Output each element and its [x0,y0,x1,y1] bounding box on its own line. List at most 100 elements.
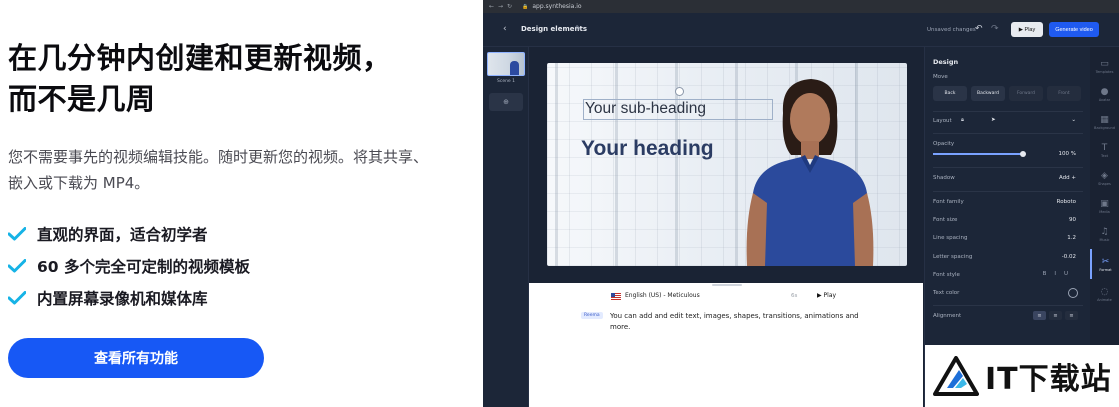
media-icon: ▣ [1100,198,1109,209]
feature-item: 直观的界面，适合初学者 [8,218,250,250]
rail-label: Format [1099,267,1112,272]
rotate-handle-icon[interactable] [675,87,684,96]
rail-format[interactable]: ✂ Format [1090,249,1119,279]
divider [933,133,1083,134]
play-button[interactable]: ▶ Play [1011,22,1043,37]
align-right-icon[interactable]: ≡ [1065,311,1078,320]
script-play-label: Play [823,292,837,299]
background-icon: ▦ [1100,114,1109,125]
view-all-features-button[interactable]: 查看所有功能 [8,338,264,378]
resize-handle[interactable] [712,284,742,286]
align-center-icon[interactable]: ≡ [1049,311,1062,320]
hero-title: 在几分钟内创建和更新视频， 而不是几周 [8,38,448,120]
rail-media[interactable]: ▣ Media [1090,191,1119,221]
move-forward-button[interactable]: Forward [1009,86,1043,101]
font-family-select[interactable]: Roboto [1057,199,1076,205]
alignment-label: Alignment [933,313,962,319]
feature-label: 内置屏幕录像机和媒体库 [37,290,208,308]
avatar-tag[interactable]: Reema [581,312,603,319]
opacity-slider-knob[interactable] [1020,151,1026,157]
music-icon: ♫ [1100,226,1109,237]
divider [933,305,1083,306]
pencil-icon[interactable]: ✎ [575,24,582,33]
rail-label: Shapes [1098,181,1111,186]
add-shadow-button[interactable]: Add + [1059,175,1076,181]
align-left-icon[interactable]: ≡ [1033,311,1046,320]
editor-topbar: ‹ Design elements ✎ Unsaved changes ↶ ↷ … [483,13,1119,47]
script-text[interactable]: You can add and edit text, images, shape… [610,311,870,333]
rail-label: Avatar [1098,97,1111,102]
layout-chevron-icon[interactable]: ⌄ [1071,117,1076,123]
feature-list: 直观的界面，适合初学者 60 多个完全可定制的视频模板 内置屏幕录像机和媒体库 [8,218,250,314]
animate-icon: ◌ [1100,286,1109,297]
line-spacing-label: Line spacing [933,235,968,241]
divider [933,191,1083,192]
hero-description: 您不需要事先的视频编辑技能。随时更新您的视频。将其共享、嵌入或下载为 MP4。 [8,148,429,192]
rail-background[interactable]: ▦ Background [1090,107,1119,137]
rail-music[interactable]: ♫ Music [1090,219,1119,249]
rail-label: Media [1099,209,1110,214]
font-size-label: Font size [933,217,958,223]
letter-spacing-input[interactable]: -0.02 [1062,254,1076,260]
lock-icon[interactable]: 🔒︎ [961,117,964,124]
text-color-swatch[interactable] [1068,288,1078,298]
redo-icon[interactable]: ↷ [991,24,999,34]
rail-shapes[interactable]: ◈ Shapes [1090,163,1119,193]
rail-text[interactable]: T Text [1090,135,1119,165]
rail-templates[interactable]: ▭ Templates [1090,51,1119,81]
font-style-buttons[interactable]: BIU [1043,271,1076,277]
opacity-value[interactable]: 100 % [1059,151,1076,157]
shadow-label: Shadow [933,175,955,181]
subheading-text[interactable]: Your sub-heading [585,100,706,118]
back-arrow-icon[interactable]: ‹ [503,24,507,34]
opacity-label: Opacity [933,141,955,147]
move-label: Move [933,74,948,80]
voice-select[interactable]: English (US) - Meticulous [625,292,700,299]
design-panel-title: Design [933,58,959,66]
generate-video-button[interactable]: Generate video [1049,22,1099,37]
hero-title-line1: 在几分钟内创建和更新视频， [8,41,392,75]
undo-icon[interactable]: ↶ [975,24,983,34]
line-spacing-input[interactable]: 1.2 [1067,235,1076,241]
script-play-button[interactable]: ▶ Play [817,292,836,299]
plus-icon: ⊕ [503,98,509,106]
script-editor: English (US) - Meticulous 6s ▶ Play Reem… [529,283,923,407]
site-watermark: IT下载站 [925,345,1119,407]
check-icon [8,291,26,305]
rail-avatar[interactable]: ● Avatar [1090,79,1119,109]
opacity-slider[interactable] [933,151,1026,157]
text-icon: T [1101,142,1108,153]
move-front-button[interactable]: Front [1047,86,1081,101]
add-scene-button[interactable]: ⊕ [489,93,523,111]
lock-icon: 🔒 [522,3,529,10]
divider [933,111,1083,112]
watermark-text: IT下载站 [985,362,1112,397]
scene-thumbnail[interactable] [487,52,525,76]
text-color-label: Text color [933,290,960,296]
opacity-slider-fill [933,153,1023,155]
rail-label: Templates [1095,69,1114,74]
video-canvas[interactable]: Your sub-heading Your heading [547,63,907,266]
font-style-label: Font style [933,272,960,278]
heading-text[interactable]: Your heading [581,137,714,161]
feature-label: 60 多个完全可定制的视频模板 [37,258,250,276]
rail-label: Text [1100,153,1109,158]
avatar-presenter[interactable] [735,73,885,266]
address-bar[interactable]: app.synthesia.io [532,3,581,10]
layout-label: Layout [933,118,952,124]
move-backward-button[interactable]: Backward [971,86,1005,101]
avatar-icon: ● [1100,86,1109,97]
check-icon [8,259,26,273]
shapes-icon: ◈ [1101,170,1108,181]
rail-label: Background [1094,125,1115,130]
divider [933,167,1083,168]
browser-nav-icons[interactable]: ←→↻ [489,3,516,10]
move-back-button[interactable]: Back [933,86,967,101]
alignment-buttons: ≡ ≡ ≡ [1033,311,1078,320]
letter-spacing-label: Letter spacing [933,254,973,260]
font-size-input[interactable]: 90 [1069,217,1076,223]
rail-animate[interactable]: ◌ Animate [1090,279,1119,309]
format-icon: ✂ [1101,256,1110,267]
scene-label: Scene 1 [496,79,515,84]
us-flag-icon [611,293,621,300]
